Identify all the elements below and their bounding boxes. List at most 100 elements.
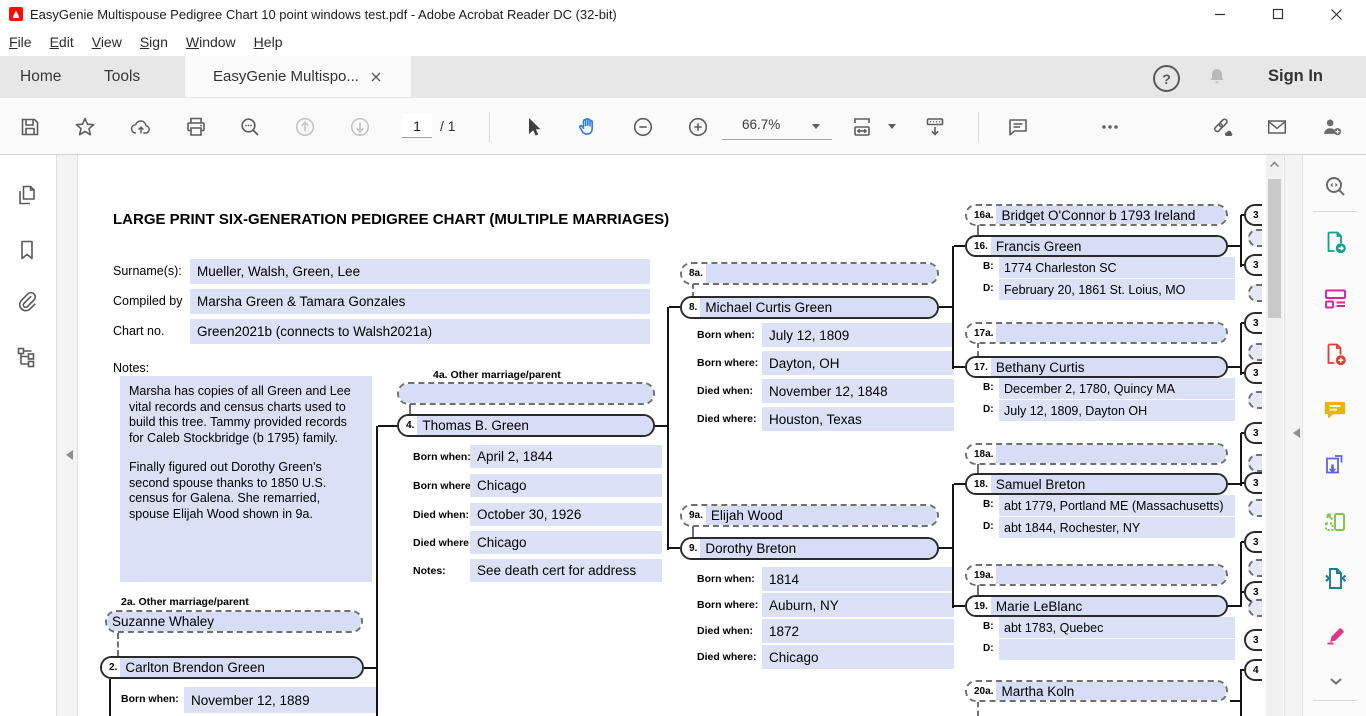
edge-person-stub-dashed[interactable] bbox=[1248, 599, 1262, 617]
edge-person-stub[interactable]: 3 bbox=[1244, 362, 1262, 384]
next-page-icon[interactable] bbox=[348, 115, 372, 139]
edge-person-stub-dashed[interactable] bbox=[1248, 343, 1262, 361]
fit-dropdown-caret-icon[interactable] bbox=[888, 124, 896, 129]
person-4-born-when-field[interactable]: April 2, 1844 bbox=[470, 445, 662, 468]
surnames-field[interactable]: Mueller, Walsh, Green, Lee bbox=[190, 259, 650, 284]
email-icon[interactable] bbox=[1265, 115, 1289, 139]
edge-person-stub[interactable]: 4 bbox=[1244, 659, 1262, 681]
edge-person-stub[interactable]: 3 bbox=[1244, 472, 1262, 494]
person-18-born-field[interactable]: abt 1779, Portland ME (Massachusetts) bbox=[999, 495, 1235, 516]
right-panel-collapse-strip[interactable] bbox=[1284, 155, 1302, 716]
edge-person-stub[interactable]: 3 bbox=[1244, 204, 1262, 226]
person-9-died-when-field[interactable]: 1872 bbox=[762, 619, 954, 643]
search-icon[interactable] bbox=[238, 115, 262, 139]
edge-person-stub-dashed[interactable] bbox=[1248, 499, 1262, 517]
person-8a-box[interactable]: 8a. bbox=[680, 262, 939, 285]
page-number-input[interactable]: 1 bbox=[402, 114, 432, 138]
tab-home[interactable]: Home bbox=[20, 56, 61, 97]
zoom-out-icon[interactable] bbox=[631, 115, 655, 139]
edit-pdf-icon[interactable] bbox=[1322, 285, 1349, 312]
upload-cloud-icon[interactable] bbox=[129, 115, 153, 139]
hand-tool-icon[interactable] bbox=[576, 115, 600, 139]
edge-person-stub-dashed[interactable] bbox=[1248, 454, 1262, 472]
person-8-died-when-field[interactable]: November 12, 1848 bbox=[762, 379, 954, 403]
person-17-born-field[interactable]: December 2, 1780, Quincy MA bbox=[999, 378, 1235, 399]
comment-icon[interactable] bbox=[1006, 115, 1030, 139]
edge-person-stub-dashed[interactable] bbox=[1248, 391, 1262, 409]
person-16-died-field[interactable]: February 20, 1861 St. Loius, MO bbox=[999, 279, 1235, 300]
compiled-by-field[interactable]: Marsha Green & Tamara Gonzales bbox=[190, 289, 650, 314]
person-4-died-where-field[interactable]: Chicago bbox=[470, 531, 662, 554]
person-16-born-field[interactable]: 1774 Charleston SC bbox=[999, 257, 1235, 278]
collapse-left-panel-icon[interactable] bbox=[61, 450, 73, 460]
person-19-died-field[interactable] bbox=[999, 639, 1235, 660]
person-9-born-when-field[interactable]: 1814 bbox=[762, 567, 954, 591]
menu-view[interactable]: View bbox=[92, 34, 122, 50]
share-link-icon[interactable] bbox=[1210, 115, 1234, 139]
person-8-born-when-field[interactable]: July 12, 1809 bbox=[762, 323, 954, 347]
layers-tree-icon[interactable] bbox=[14, 344, 40, 370]
fit-width-icon[interactable] bbox=[850, 115, 874, 139]
create-pdf-icon[interactable] bbox=[1322, 341, 1349, 368]
save-icon[interactable] bbox=[18, 115, 42, 139]
notes-field[interactable]: Marsha has copies of all Green and Lee v… bbox=[120, 376, 372, 582]
person-2-born-when-field[interactable]: November 12, 1889 bbox=[184, 687, 376, 713]
person-16a-box[interactable]: 16a.Bridget O'Connor b 1793 Ireland bbox=[965, 204, 1228, 226]
comment-tool-icon[interactable] bbox=[1322, 397, 1349, 424]
attachments-icon[interactable] bbox=[14, 289, 40, 315]
person-20a-box[interactable]: 20a.Martha Koln bbox=[965, 680, 1228, 702]
find-tool-icon[interactable] bbox=[1322, 173, 1349, 200]
person-17-died-field[interactable]: July 12, 1809, Dayton OH bbox=[999, 400, 1235, 421]
collapse-right-panel-icon[interactable] bbox=[1288, 428, 1300, 438]
person-17a-box[interactable]: 17a. bbox=[965, 322, 1228, 344]
person-18a-box[interactable]: 18a. bbox=[965, 443, 1228, 465]
person-4a-box[interactable] bbox=[397, 382, 655, 405]
notifications-bell-icon[interactable] bbox=[1205, 65, 1229, 89]
edge-person-stub-dashed[interactable] bbox=[1248, 284, 1262, 302]
person-8-box[interactable]: 8.Michael Curtis Green bbox=[680, 296, 939, 319]
person-17-box[interactable]: 17.Bethany Curtis bbox=[965, 356, 1228, 378]
compress-pdf-icon[interactable] bbox=[1322, 565, 1349, 592]
person-18-box[interactable]: 18.Samuel Breton bbox=[965, 473, 1228, 495]
person-9a-box[interactable]: 9a.Elijah Wood bbox=[680, 504, 939, 527]
page-display-icon[interactable] bbox=[923, 115, 947, 139]
person-4-died-when-field[interactable]: October 30, 1926 bbox=[470, 503, 662, 526]
tab-close-icon[interactable] bbox=[371, 72, 381, 82]
person-8-born-where-field[interactable]: Dayton, OH bbox=[762, 351, 954, 375]
bookmarks-icon[interactable] bbox=[14, 237, 40, 263]
person-19-box[interactable]: 19.Marie LeBlanc bbox=[965, 595, 1228, 617]
person-9-born-where-field[interactable]: Auburn, NY bbox=[762, 593, 954, 617]
organize-pages-icon[interactable] bbox=[1322, 509, 1349, 536]
tab-document[interactable]: EasyGenie Multispo... bbox=[185, 56, 411, 97]
sign-in-button[interactable]: Sign In bbox=[1268, 56, 1323, 97]
close-button[interactable] bbox=[1308, 0, 1364, 28]
person-16-box[interactable]: 16.Francis Green bbox=[965, 235, 1228, 257]
person-19a-box[interactable]: 19a. bbox=[965, 564, 1228, 586]
person-4-born-where-field[interactable]: Chicago bbox=[470, 474, 662, 497]
person-9-died-where-field[interactable]: Chicago bbox=[762, 645, 954, 669]
print-icon[interactable] bbox=[184, 115, 208, 139]
zoom-dropdown-underline[interactable] bbox=[722, 139, 832, 140]
zoom-dropdown-caret-icon[interactable] bbox=[812, 124, 820, 129]
scrollbar-thumb[interactable] bbox=[1268, 179, 1281, 318]
edge-person-stub-dashed[interactable] bbox=[1248, 229, 1262, 247]
person-9-box[interactable]: 9.Dorothy Breton bbox=[680, 537, 939, 560]
add-account-icon[interactable] bbox=[1320, 115, 1344, 139]
maximize-button[interactable] bbox=[1250, 0, 1306, 28]
person-19-born-field[interactable]: abt 1783, Quebec bbox=[999, 617, 1235, 638]
vertical-scrollbar[interactable] bbox=[1266, 155, 1283, 716]
more-tools-icon[interactable] bbox=[1098, 115, 1122, 139]
menu-window[interactable]: Window bbox=[186, 34, 236, 50]
chart-no-field[interactable]: Green2021b (connects to Walsh2021a) bbox=[190, 319, 650, 344]
person-2-box[interactable]: 2.Carlton Brendon Green bbox=[100, 656, 364, 679]
person-18-died-field[interactable]: abt 1844, Rochester, NY bbox=[999, 517, 1235, 538]
help-icon[interactable]: ? bbox=[1153, 65, 1180, 92]
page-thumbnails-icon[interactable] bbox=[14, 182, 40, 208]
menu-sign[interactable]: Sign bbox=[140, 34, 168, 50]
previous-page-icon[interactable] bbox=[293, 115, 317, 139]
person-8-died-where-field[interactable]: Houston, Texas bbox=[762, 407, 954, 431]
export-pdf-icon[interactable] bbox=[1322, 229, 1349, 256]
edge-person-stub[interactable]: 3 bbox=[1244, 531, 1262, 553]
zoom-in-icon[interactable] bbox=[686, 115, 710, 139]
minimize-button[interactable] bbox=[1192, 0, 1248, 28]
